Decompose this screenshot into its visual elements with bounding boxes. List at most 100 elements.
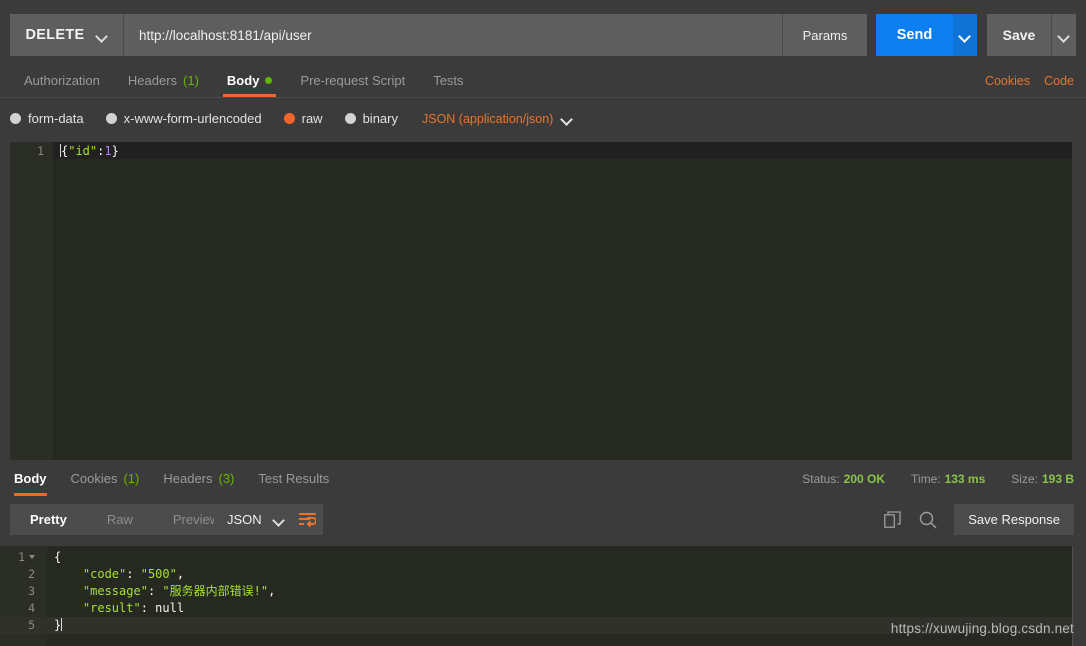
- line-number: 2: [0, 566, 47, 583]
- body-type-form-data[interactable]: form-data: [10, 111, 84, 126]
- chevron-down-icon: [274, 516, 285, 523]
- line-content: "code": "500",: [47, 566, 184, 583]
- copy-button[interactable]: [882, 510, 902, 530]
- text-cursor: [61, 618, 62, 631]
- tab-label: Pre-request Script: [300, 73, 405, 88]
- tab-pre-request-script[interactable]: Pre-request Script: [286, 64, 419, 97]
- response-tab-headers[interactable]: Headers (3): [151, 461, 246, 496]
- tab-body[interactable]: Body: [213, 64, 287, 97]
- line-number: 5: [0, 617, 47, 634]
- http-method-label: DELETE: [26, 27, 85, 43]
- line-number[interactable]: 1: [0, 549, 47, 566]
- response-tab-cookies[interactable]: Cookies (1): [59, 461, 152, 496]
- format-label: JSON: [227, 512, 262, 527]
- fold-toggle-icon[interactable]: [29, 555, 35, 559]
- option-label: form-data: [28, 111, 84, 126]
- request-body-editor[interactable]: 1 {"id":1}: [10, 142, 1072, 460]
- tab-badge: (1): [123, 471, 139, 486]
- tab-authorization[interactable]: Authorization: [10, 64, 114, 97]
- code-line: 4 "result": null: [0, 600, 1072, 617]
- save-button[interactable]: Save: [987, 14, 1051, 56]
- watermark: https://xuwujing.blog.csdn.net: [891, 621, 1074, 636]
- time-value: 133 ms: [945, 472, 986, 486]
- view-mode-pretty[interactable]: Pretty: [10, 504, 87, 535]
- editor-gutter: [10, 142, 53, 460]
- json-value: "服务器内部错误!": [162, 584, 268, 598]
- option-label: binary: [363, 111, 398, 126]
- tab-badge: (3): [219, 471, 235, 486]
- url-input[interactable]: http://localhost:8181/api/user: [124, 14, 782, 56]
- body-type-raw[interactable]: raw: [284, 111, 323, 126]
- response-view-modes: Pretty Raw Preview: [10, 504, 239, 535]
- save-response-button[interactable]: Save Response: [954, 504, 1074, 535]
- content-type-selector[interactable]: JSON (application/json): [422, 112, 573, 126]
- json-key: "message": [83, 584, 148, 598]
- radio-icon[interactable]: [106, 113, 117, 124]
- response-toolbar-actions: Save Response: [882, 504, 1074, 535]
- send-button-group: Send: [876, 14, 977, 56]
- tab-label: Body: [14, 471, 47, 486]
- tab-label: Headers: [163, 471, 212, 486]
- response-tab-bar: Body Cookies (1) Headers (3) Test Result…: [0, 461, 1086, 497]
- body-modified-dot-icon: [265, 77, 272, 84]
- chevron-down-icon: [97, 32, 108, 39]
- radio-icon[interactable]: [345, 113, 356, 124]
- tab-badge: (1): [183, 73, 199, 88]
- code-line: 1 {"id":1}: [10, 143, 1072, 160]
- response-tab-body[interactable]: Body: [10, 461, 59, 496]
- params-button[interactable]: Params: [782, 14, 867, 56]
- response-format-selector[interactable]: JSON: [214, 504, 298, 535]
- request-bar: DELETE http://localhost:8181/api/user Pa…: [10, 14, 1076, 56]
- url-value: http://localhost:8181/api/user: [139, 28, 312, 43]
- code-line: 2 "code": "500",: [0, 566, 1072, 583]
- copy-icon: [884, 511, 901, 528]
- body-type-binary[interactable]: binary: [345, 111, 398, 126]
- radio-icon[interactable]: [10, 113, 21, 124]
- content-type-label: JSON (application/json): [422, 112, 553, 126]
- save-options-button[interactable]: [1051, 14, 1076, 56]
- json-value: "500": [141, 567, 177, 581]
- body-type-options: form-data x-www-form-urlencoded raw bina…: [10, 97, 573, 140]
- line-content: {: [47, 549, 61, 566]
- radio-icon-selected[interactable]: [284, 113, 295, 124]
- line-number: 4: [0, 600, 47, 617]
- postman-window: DELETE http://localhost:8181/api/user Pa…: [0, 0, 1086, 646]
- chevron-down-icon: [1059, 32, 1070, 39]
- body-type-urlencoded[interactable]: x-www-form-urlencoded: [106, 111, 262, 126]
- option-label: raw: [302, 111, 323, 126]
- status-label: Status:: [802, 472, 839, 486]
- json-key: "result": [83, 601, 141, 615]
- word-wrap-icon: [299, 513, 316, 527]
- chevron-down-icon: [960, 32, 971, 39]
- search-icon: [919, 511, 937, 529]
- response-tab-test-results[interactable]: Test Results: [246, 461, 341, 496]
- search-button[interactable]: [918, 510, 938, 530]
- tab-label: Cookies: [71, 471, 118, 486]
- tab-label: Body: [227, 73, 260, 88]
- code-link[interactable]: Code: [1044, 74, 1074, 88]
- tab-headers[interactable]: Headers (1): [114, 64, 213, 97]
- request-tabs: Authorization Headers (1) Body Pre-reque…: [10, 64, 478, 97]
- view-mode-raw[interactable]: Raw: [87, 504, 153, 535]
- size-info: Size:193 B: [1011, 472, 1074, 486]
- line-content: "message": "服务器内部错误!",: [47, 583, 275, 600]
- chevron-down-icon: [562, 115, 573, 122]
- line-content: "result": null: [47, 600, 184, 617]
- json-key: "code": [83, 567, 126, 581]
- request-tabs-links: Cookies Code: [985, 64, 1074, 97]
- line-content: }: [47, 617, 62, 634]
- wrap-lines-button[interactable]: [292, 504, 323, 535]
- tab-label: Authorization: [24, 73, 100, 88]
- option-label: x-www-form-urlencoded: [124, 111, 262, 126]
- time-info: Time:133 ms: [911, 472, 985, 486]
- size-value: 193 B: [1042, 472, 1074, 486]
- line-number: 1: [10, 143, 53, 160]
- response-scroll-gutter[interactable]: [1072, 546, 1086, 646]
- request-tab-bar: Authorization Headers (1) Body Pre-reque…: [0, 64, 1086, 98]
- send-options-button[interactable]: [953, 14, 977, 56]
- http-method-selector[interactable]: DELETE: [10, 14, 124, 56]
- tab-label: Headers: [128, 73, 177, 88]
- tab-tests[interactable]: Tests: [419, 64, 477, 97]
- send-button[interactable]: Send: [876, 14, 953, 56]
- cookies-link[interactable]: Cookies: [985, 74, 1030, 88]
